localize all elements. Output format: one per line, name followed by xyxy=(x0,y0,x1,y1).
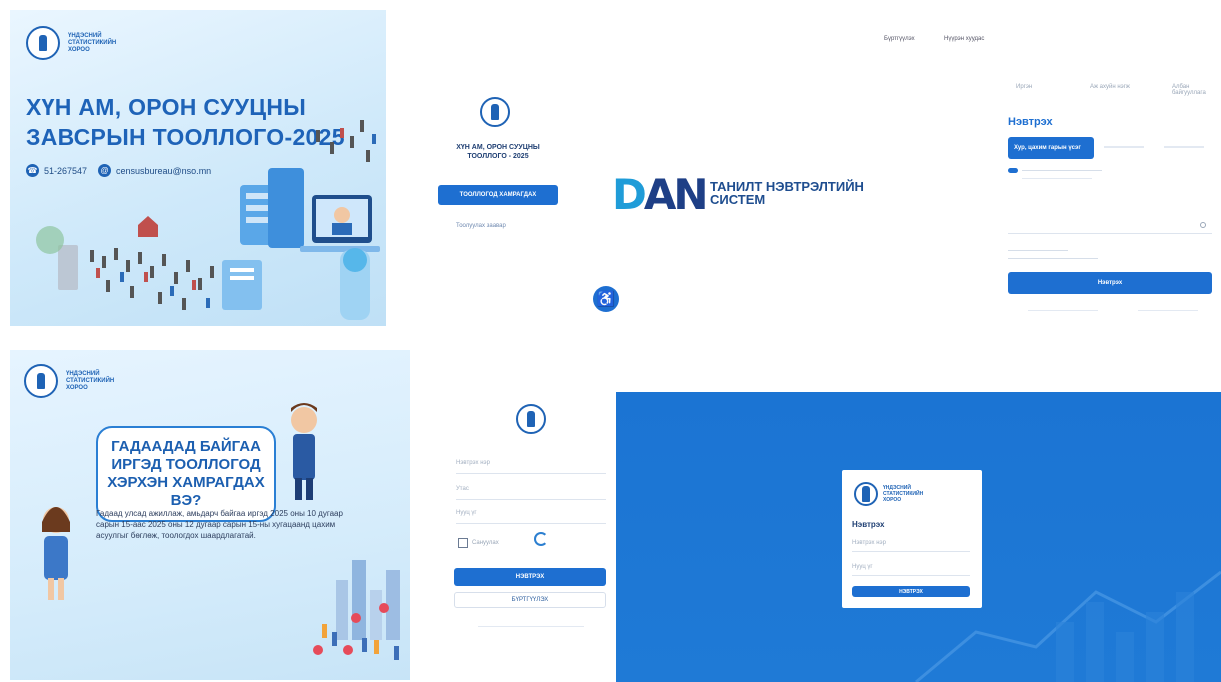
toggle-switch[interactable] xyxy=(1008,168,1018,173)
checkbox-line-2[interactable] xyxy=(1008,258,1098,259)
org-name: ҮНДЭСНИЙ СТАТИСТИКИЙН ХОРОО xyxy=(883,485,924,503)
password-field[interactable]: Нууц үг xyxy=(456,510,606,524)
dan-name-line-2: СИСТЕМ xyxy=(710,192,766,207)
blue-login-page: ҮНДЭСНИЙ СТАТИСТИКИЙН ХОРОО Нэвтрэх Нэвт… xyxy=(616,392,1221,682)
dan-submit-button[interactable]: Нэвтрэх xyxy=(1008,272,1212,294)
card-username-field[interactable]: Нэвтрэх нэр xyxy=(852,540,970,552)
option-line-2 xyxy=(1022,178,1092,179)
accessibility-icon: ♿ xyxy=(596,291,616,308)
card-password-field[interactable]: Нууц үг xyxy=(852,564,970,576)
login-form-2: Нэвтрэх нэр Утас Нууц үг Сануулах НЭВТРЭ… xyxy=(448,400,613,640)
abroad-banner: ҮНДЭСНИЙ СТАТИСТИКИЙН ХОРОО ГАДААДАД БАЙ… xyxy=(10,350,410,680)
register-field[interactable] xyxy=(1008,220,1212,234)
card-heading: Нэвтрэх xyxy=(852,520,885,529)
tab-organization[interactable]: Албан байгууллага xyxy=(1172,84,1216,96)
method-button[interactable]: Хур, цахим гарын үсэг xyxy=(1008,137,1094,159)
login-card: ҮНДЭСНИЙ СТАТИСТИКИЙН ХОРОО Нэвтрэх Нэвт… xyxy=(842,470,982,608)
org-logo: ҮНДЭСНИЙ СТАТИСТИКИЙН ХОРОО xyxy=(854,482,933,506)
accessibility-button[interactable]: ♿ xyxy=(593,286,619,312)
checkbox-line-1[interactable] xyxy=(1008,250,1068,251)
tab-business[interactable]: Аж ахуйн нэгж xyxy=(1090,84,1130,90)
phone-field[interactable]: Утас xyxy=(456,486,606,500)
login-title: ХҮН АМ, ОРОН СУУЦНЫ ТООЛЛОГО - 2025 xyxy=(428,143,568,161)
people-illustration xyxy=(42,403,400,660)
option-line xyxy=(1022,170,1102,171)
collage: ҮНДЭСНИЙ СТАТИСТИКИЙН ХОРОО ХҮН АМ, ОРОН… xyxy=(0,0,1221,682)
card-submit-button[interactable]: НЭВТРЭХ xyxy=(852,586,970,597)
remember-label: Сануулах xyxy=(472,540,499,546)
seal-icon xyxy=(516,404,546,434)
username-field[interactable]: Нэвтрэх нэр xyxy=(456,460,606,474)
census-login-card: ХҮН АМ, ОРОН СУУЦНЫ ТООЛЛОГО - 2025 ТООЛ… xyxy=(428,95,568,265)
dan-logo: DAN xyxy=(612,170,709,219)
enroll-button[interactable]: ТООЛЛОГОД ХАМРАГДАХ xyxy=(438,185,558,205)
footer-link-2[interactable] xyxy=(1138,310,1198,311)
nav-register[interactable]: Бүртгүүлэх xyxy=(884,36,915,42)
census-banner-top: ҮНДЭСНИЙ СТАТИСТИКИЙН ХОРОО ХҮН АМ, ОРОН… xyxy=(10,10,386,326)
helper-link[interactable]: Тоолуулах заавар xyxy=(456,223,506,229)
nav-home[interactable]: Нүүрэн хуудас xyxy=(944,36,984,42)
login-title-line-1: ХҮН АМ, ОРОН СУУЦНЫ xyxy=(456,144,540,151)
remember-checkbox[interactable] xyxy=(458,538,468,548)
login-title-line-2: ТООЛЛОГО - 2025 xyxy=(467,153,529,160)
seal-icon xyxy=(480,97,510,127)
login-heading: Нэвтрэх xyxy=(1008,116,1053,128)
login-submit-button[interactable]: НЭВТРЭХ xyxy=(454,568,606,586)
register-button[interactable]: БҮРТГҮҮЛЭХ xyxy=(454,592,606,608)
dan-login-panel: Иргэн Аж ахуйн нэгж Албан байгууллага Нэ… xyxy=(1004,80,1216,320)
dan-system-name: ТАНИЛТ НЭВТРЭЛТИЙН СИСТЕМ xyxy=(710,180,864,206)
seal-icon xyxy=(854,482,878,506)
captcha-icon[interactable] xyxy=(534,532,548,546)
footer-text-line xyxy=(478,626,584,627)
method-option-2[interactable] xyxy=(1104,146,1144,148)
city-illustration xyxy=(36,120,380,320)
method-option-3[interactable] xyxy=(1164,146,1204,148)
tab-citizen[interactable]: Иргэн xyxy=(1016,84,1032,90)
eye-icon[interactable] xyxy=(1200,222,1206,228)
register-button-label: БҮРТГҮҮЛЭХ xyxy=(511,597,549,603)
footer-link-1[interactable] xyxy=(1028,310,1098,311)
